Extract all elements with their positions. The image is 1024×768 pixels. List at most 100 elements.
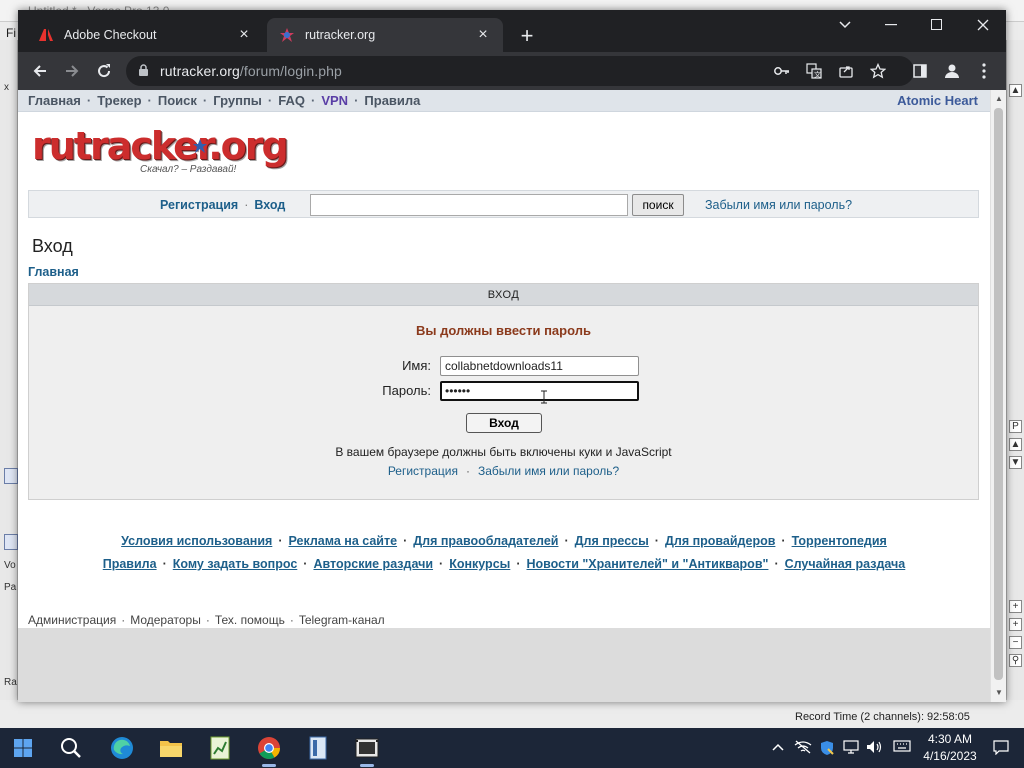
- share-icon[interactable]: [836, 61, 856, 81]
- windows-start-icon[interactable]: [8, 734, 38, 762]
- rutracker-page: Главная · Трекер · Поиск · Группы · FAQ · VPN · Прав…: [18, 90, 990, 628]
- back-icon[interactable]: [26, 57, 54, 85]
- nav-separator: ·: [147, 93, 152, 108]
- nav-link-faq[interactable]: FAQ: [278, 93, 305, 108]
- background-close-label[interactable]: x: [4, 82, 9, 93]
- background-zoom-icon[interactable]: ⚲: [1009, 654, 1022, 667]
- nav-separator: ·: [354, 93, 359, 108]
- display-icon[interactable]: [843, 740, 859, 757]
- footer-link-author-releases[interactable]: Авторские раздачи: [313, 557, 433, 571]
- minimize-button[interactable]: [868, 10, 914, 40]
- scroll-down-icon[interactable]: ▼: [995, 688, 1003, 697]
- tray-overflow-chevron-icon[interactable]: [772, 740, 784, 754]
- footer-link-ask-question[interactable]: Кому задать вопрос: [173, 557, 298, 571]
- maximize-button[interactable]: [914, 10, 960, 40]
- close-tab-icon[interactable]: ×: [236, 27, 252, 43]
- close-window-button[interactable]: [960, 10, 1006, 40]
- footer-link-rules[interactable]: Правила: [103, 557, 157, 571]
- address-bar[interactable]: rutracker.org/forum/login.php 文: [126, 56, 914, 86]
- new-tab-button[interactable]: +: [514, 24, 540, 50]
- background-zoom-icon[interactable]: P: [1009, 420, 1022, 433]
- username-field[interactable]: collabnetdownloads11: [440, 356, 639, 376]
- bookmark-star-icon[interactable]: [868, 61, 888, 81]
- forward-icon[interactable]: [58, 57, 86, 85]
- chrome-icon[interactable]: [254, 734, 284, 767]
- background-arrow-icon[interactable]: ▲: [1009, 438, 1022, 451]
- footer-separator: ·: [564, 534, 569, 548]
- taskbar-clock[interactable]: 4:30 AM 4/16/2023: [920, 731, 980, 765]
- nav-link-groups[interactable]: Группы: [213, 93, 262, 108]
- notebook-app-icon[interactable]: [303, 734, 333, 762]
- forgot-password-link[interactable]: Забыли имя или пароль?: [705, 198, 852, 212]
- video-editor-icon[interactable]: [352, 734, 382, 767]
- edge-browser-icon[interactable]: [107, 734, 137, 762]
- menu-kebab-icon[interactable]: [970, 57, 998, 85]
- logo-text-main: rutracker: [32, 124, 210, 168]
- footer-link-contests[interactable]: Конкурсы: [449, 557, 510, 571]
- rutracker-logo[interactable]: rutracker.org Скачал? – Раздавай!: [32, 124, 289, 180]
- footer-link-random-release[interactable]: Случайная раздача: [785, 557, 906, 571]
- background-app-menu[interactable]: Fi: [6, 26, 16, 40]
- tab-adobe-checkout[interactable]: Adobe Checkout ×: [26, 18, 264, 52]
- nav-link-rules[interactable]: Правила: [364, 93, 420, 108]
- rutracker-favicon: [279, 27, 295, 43]
- scrollbar-thumb[interactable]: [994, 108, 1003, 680]
- footer-link-telegram[interactable]: Telegram-канал: [299, 613, 385, 627]
- footer-link-keepers-news[interactable]: Новости "Хранителей" и "Антикваров": [527, 557, 769, 571]
- footer-link-moderators[interactable]: Модераторы: [130, 613, 201, 627]
- background-panel-button[interactable]: [4, 534, 18, 550]
- footer-link-ads[interactable]: Реклама на сайте: [288, 534, 397, 548]
- footer-link-providers[interactable]: Для провайдеров: [665, 534, 775, 548]
- profile-avatar-icon[interactable]: [938, 57, 966, 85]
- footer-link-administration[interactable]: Администрация: [28, 613, 116, 627]
- page-viewport: Главная · Трекер · Поиск · Группы · FAQ · VPN · Прав…: [18, 90, 1006, 702]
- side-panel-icon[interactable]: [906, 57, 934, 85]
- reload-icon[interactable]: [90, 57, 118, 85]
- background-panel-label: Pa: [4, 582, 17, 593]
- translate-icon[interactable]: 文: [804, 61, 824, 81]
- register-link[interactable]: Регистрация: [388, 464, 458, 478]
- nav-separator: ·: [267, 93, 273, 108]
- nav-link-tracker[interactable]: Трекер: [97, 93, 141, 108]
- network-offline-icon[interactable]: [794, 740, 812, 757]
- footer-link-rightholders[interactable]: Для правообладателей: [413, 534, 558, 548]
- footer-separator: ·: [278, 534, 283, 548]
- background-plus-icon[interactable]: +: [1009, 600, 1022, 613]
- footer-link-torrentopedia[interactable]: Торрентопедия: [792, 534, 887, 548]
- lock-icon[interactable]: [138, 64, 149, 80]
- security-shield-icon[interactable]: [819, 740, 835, 759]
- nav-link-vpn[interactable]: VPN: [321, 93, 348, 108]
- login-submit-button[interactable]: Вход: [466, 413, 542, 433]
- nav-link-atomic-heart[interactable]: Atomic Heart: [897, 93, 978, 108]
- nav-separator: ·: [202, 93, 208, 108]
- breadcrumb-home[interactable]: Главная: [28, 265, 79, 279]
- volume-icon[interactable]: [866, 740, 884, 757]
- footer-link-tech-support[interactable]: Тех. помощь: [215, 613, 285, 627]
- nav-link-home[interactable]: Главная: [28, 93, 81, 108]
- nav-separator: ·: [86, 93, 92, 108]
- nav-link-search[interactable]: Поиск: [158, 93, 197, 108]
- file-explorer-icon[interactable]: [156, 734, 186, 762]
- scroll-up-icon[interactable]: ▲: [995, 94, 1003, 103]
- background-minus-icon[interactable]: −: [1009, 636, 1022, 649]
- search-input[interactable]: [310, 194, 628, 216]
- key-icon[interactable]: [772, 61, 792, 81]
- footer-link-terms[interactable]: Условия использования: [121, 534, 272, 548]
- tab-rutracker[interactable]: rutracker.org ×: [267, 18, 503, 52]
- background-arrow-icon[interactable]: ▼: [1009, 456, 1022, 469]
- background-panel-button[interactable]: [4, 468, 18, 484]
- background-scroll-up-icon[interactable]: ▲: [1009, 84, 1022, 97]
- register-link[interactable]: Регистрация: [160, 198, 238, 212]
- search-button[interactable]: поиск: [632, 194, 684, 216]
- keyboard-icon[interactable]: [893, 740, 911, 755]
- login-link[interactable]: Вход: [254, 198, 285, 212]
- close-tab-icon[interactable]: ×: [475, 27, 491, 43]
- notification-icon[interactable]: [993, 739, 1009, 758]
- footer-link-press[interactable]: Для прессы: [575, 534, 649, 548]
- page-scrollbar[interactable]: ▲ ▼: [990, 90, 1006, 702]
- background-plus-icon[interactable]: +: [1009, 618, 1022, 631]
- search-icon[interactable]: [56, 734, 86, 762]
- spreadsheet-app-icon[interactable]: [205, 734, 235, 762]
- forgot-password-link[interactable]: Забыли имя или пароль?: [478, 464, 619, 478]
- tab-search-chevron-icon[interactable]: [822, 10, 868, 40]
